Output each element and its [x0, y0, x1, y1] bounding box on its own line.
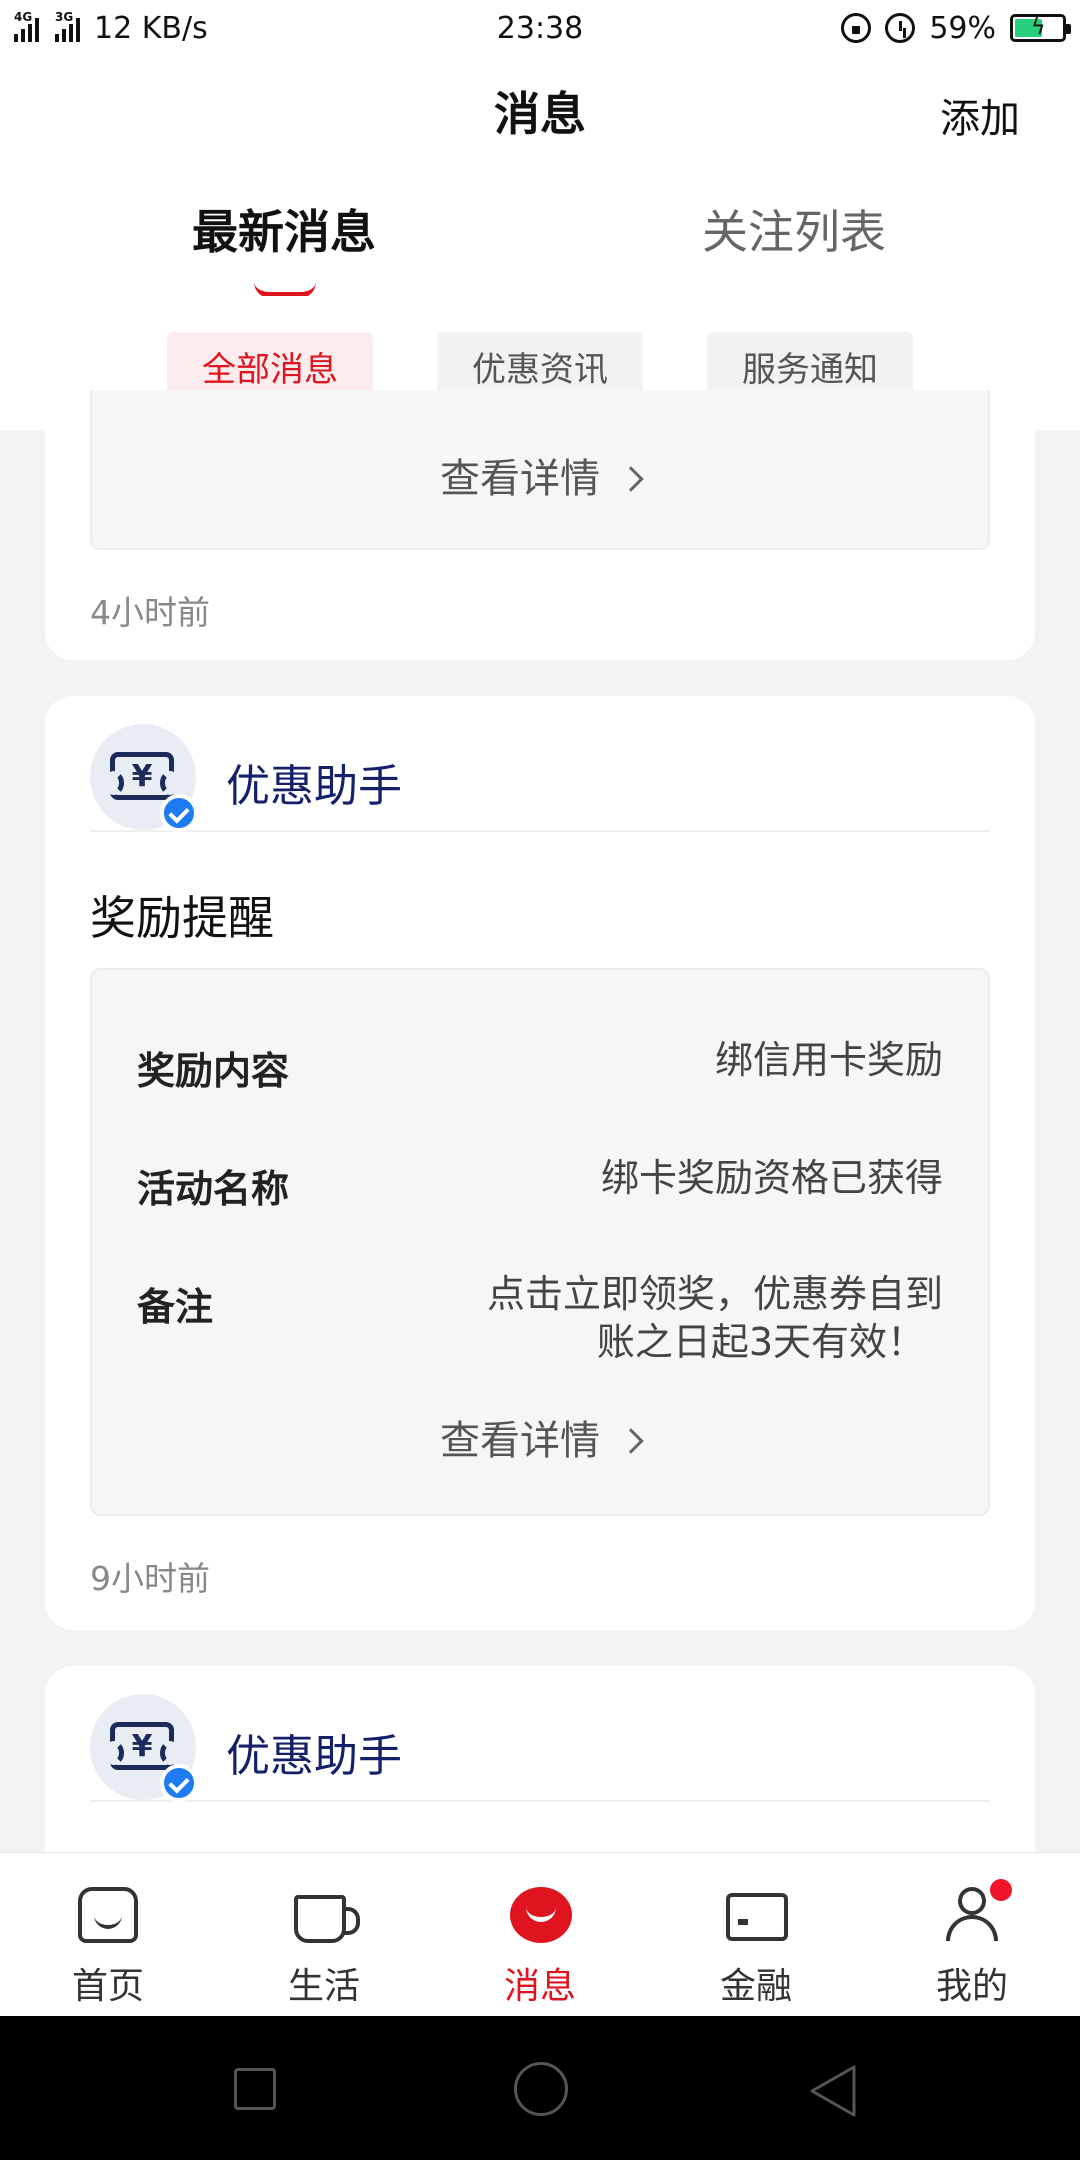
message-title: 奖励提醒 [90, 891, 274, 945]
home-icon [78, 1887, 138, 1943]
message-detail-box: 查看详情 [90, 390, 990, 550]
tab-label: 关注列表 [702, 205, 886, 259]
message-sender-header[interactable]: ¥ 优惠助手 [90, 1694, 990, 1802]
message-card[interactable]: 查看详情 4小时前 [45, 390, 1035, 660]
detail-label: 备注 [137, 1285, 214, 1329]
home-button[interactable] [514, 2062, 568, 2116]
network-speed: 12 KB/s [94, 10, 208, 46]
message-sender-header[interactable]: ¥ 优惠助手 [90, 724, 990, 832]
sender-name: 优惠助手 [226, 761, 402, 812]
user-icon [942, 1879, 1012, 1943]
view-details-link[interactable]: 查看详情 [92, 446, 988, 504]
main-tabs: 最新消息 关注列表 [0, 166, 1080, 298]
coupon-icon: ¥ [104, 752, 180, 800]
message-card[interactable]: ¥ 优惠助手 奖励提醒 奖励内容 绑信用卡奖励 活动名称 绑卡奖励资格已获得 备… [45, 696, 1035, 1630]
nav-home[interactable]: 首页 [0, 1853, 216, 2017]
bottom-navigation: 首页 生活 消息 金融 我的 [0, 1852, 1080, 2016]
card-icon [726, 1893, 788, 1941]
signal-icon: 4G [14, 10, 39, 42]
page-title: 消息 [494, 87, 586, 141]
clock: 23:38 [496, 10, 584, 46]
messages-screen: 4G 3G 12 KB/s 23:38 59% ϟ 消息 添加 最新消息 关注列… [0, 0, 1080, 2160]
add-button[interactable]: 添加 [940, 86, 1020, 144]
detail-value: 点击立即领奖，优惠券自到 账之日起3天有效！ [383, 1270, 943, 1366]
rotation-lock-icon [841, 13, 872, 43]
nav-finance[interactable]: 金融 [648, 1853, 864, 2017]
tab-follow-list[interactable]: 关注列表 [702, 196, 886, 262]
sender-avatar: ¥ [90, 724, 198, 832]
view-details-label: 查看详情 [440, 456, 600, 502]
network-type-label-secondary: 3G [55, 10, 74, 24]
detail-value: 绑信用卡奖励 [714, 1038, 943, 1082]
alarm-icon [885, 13, 916, 43]
message-icon [510, 1887, 572, 1943]
message-time: 9小时前 [90, 1559, 210, 1598]
detail-label: 奖励内容 [137, 1049, 290, 1093]
detail-value: 绑卡奖励资格已获得 [600, 1156, 943, 1200]
nav-messages[interactable]: 消息 [432, 1853, 648, 2017]
nav-label: 金融 [719, 1966, 792, 2007]
sender-name: 优惠助手 [226, 1731, 402, 1782]
nav-label: 生活 [287, 1966, 360, 2007]
nav-label: 我的 [935, 1966, 1008, 2007]
nav-life[interactable]: 生活 [216, 1853, 432, 2017]
recent-apps-button[interactable] [234, 2068, 276, 2110]
tab-latest-messages[interactable]: 最新消息 [192, 196, 376, 298]
coupon-icon: ¥ [104, 1722, 180, 1770]
detail-value-line: 点击立即领奖，优惠券自到 [486, 1272, 943, 1316]
back-triangle-icon [810, 2065, 856, 2117]
view-details-link[interactable]: 查看详情 [92, 1408, 988, 1466]
sender-avatar: ¥ [90, 1694, 198, 1802]
system-navigation-bar [0, 2016, 1080, 2160]
detail-value-line: 账之日起3天有效！ [596, 1320, 925, 1364]
chevron-right-icon [618, 1428, 644, 1454]
cup-icon [294, 1895, 360, 1943]
tab-label: 最新消息 [192, 205, 376, 259]
signal-icon-secondary: 3G [55, 10, 80, 42]
message-detail-box: 奖励内容 绑信用卡奖励 活动名称 绑卡奖励资格已获得 备注 点击立即领奖，优惠券… [90, 968, 990, 1516]
nav-mine[interactable]: 我的 [864, 1853, 1080, 2017]
nav-label: 消息 [503, 1966, 576, 2007]
verified-badge-icon [160, 1764, 198, 1802]
verified-badge-icon [160, 794, 198, 832]
network-type-label: 4G [14, 10, 33, 24]
message-time: 4小时前 [90, 593, 210, 632]
page-header: 消息 添加 [0, 56, 1080, 166]
detail-label: 活动名称 [137, 1167, 290, 1211]
notification-dot [990, 1879, 1012, 1901]
battery-icon: ϟ [1010, 14, 1071, 42]
battery-percent: 59% [929, 10, 996, 46]
nav-label: 首页 [71, 1966, 144, 2007]
view-details-label: 查看详情 [440, 1418, 600, 1464]
status-bar: 4G 3G 12 KB/s 23:38 59% ϟ [0, 0, 1080, 56]
charging-icon: ϟ [1031, 15, 1046, 40]
chevron-right-icon [618, 466, 644, 492]
